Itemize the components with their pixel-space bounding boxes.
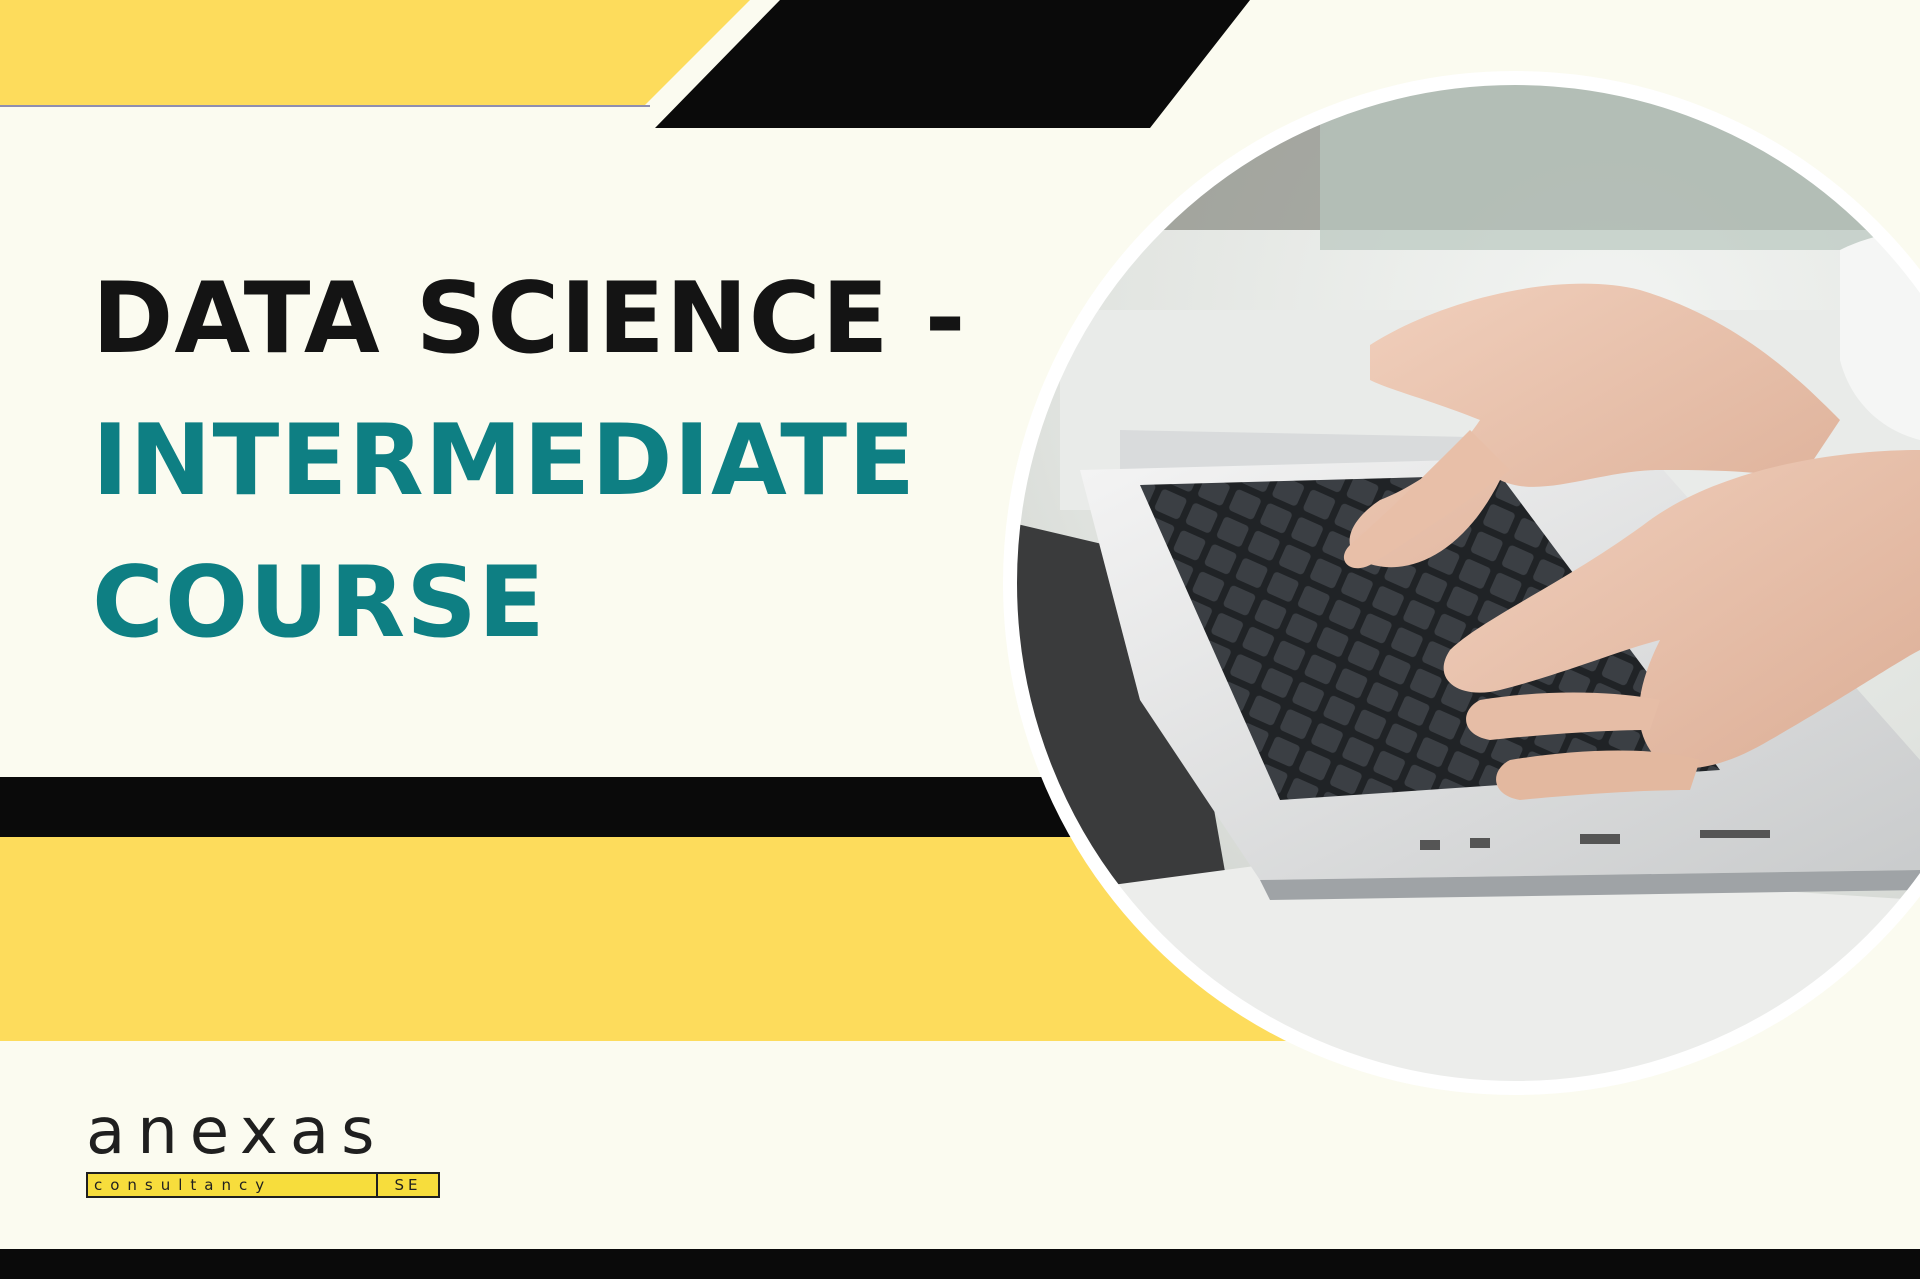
top-black-band (655, 0, 1250, 128)
title-line-2: INTERMEDIATE (92, 404, 917, 518)
course-title: DATA SCIENCE - INTERMEDIATE COURSE (92, 248, 966, 674)
logo-suffix: SE (376, 1174, 438, 1196)
logo-subtitle: consultancy (88, 1174, 376, 1196)
title-line-1: DATA SCIENCE - (92, 262, 967, 376)
title-line-3: COURSE (92, 546, 546, 660)
anexas-logo: anexas consultancy SE (86, 1100, 440, 1198)
bottom-black-stripe (0, 1249, 1920, 1279)
logo-tagline-bar: consultancy SE (86, 1172, 440, 1198)
top-yellow-band (0, 0, 750, 105)
middle-black-band (0, 777, 1200, 837)
logo-wordmark: anexas (86, 1095, 387, 1169)
